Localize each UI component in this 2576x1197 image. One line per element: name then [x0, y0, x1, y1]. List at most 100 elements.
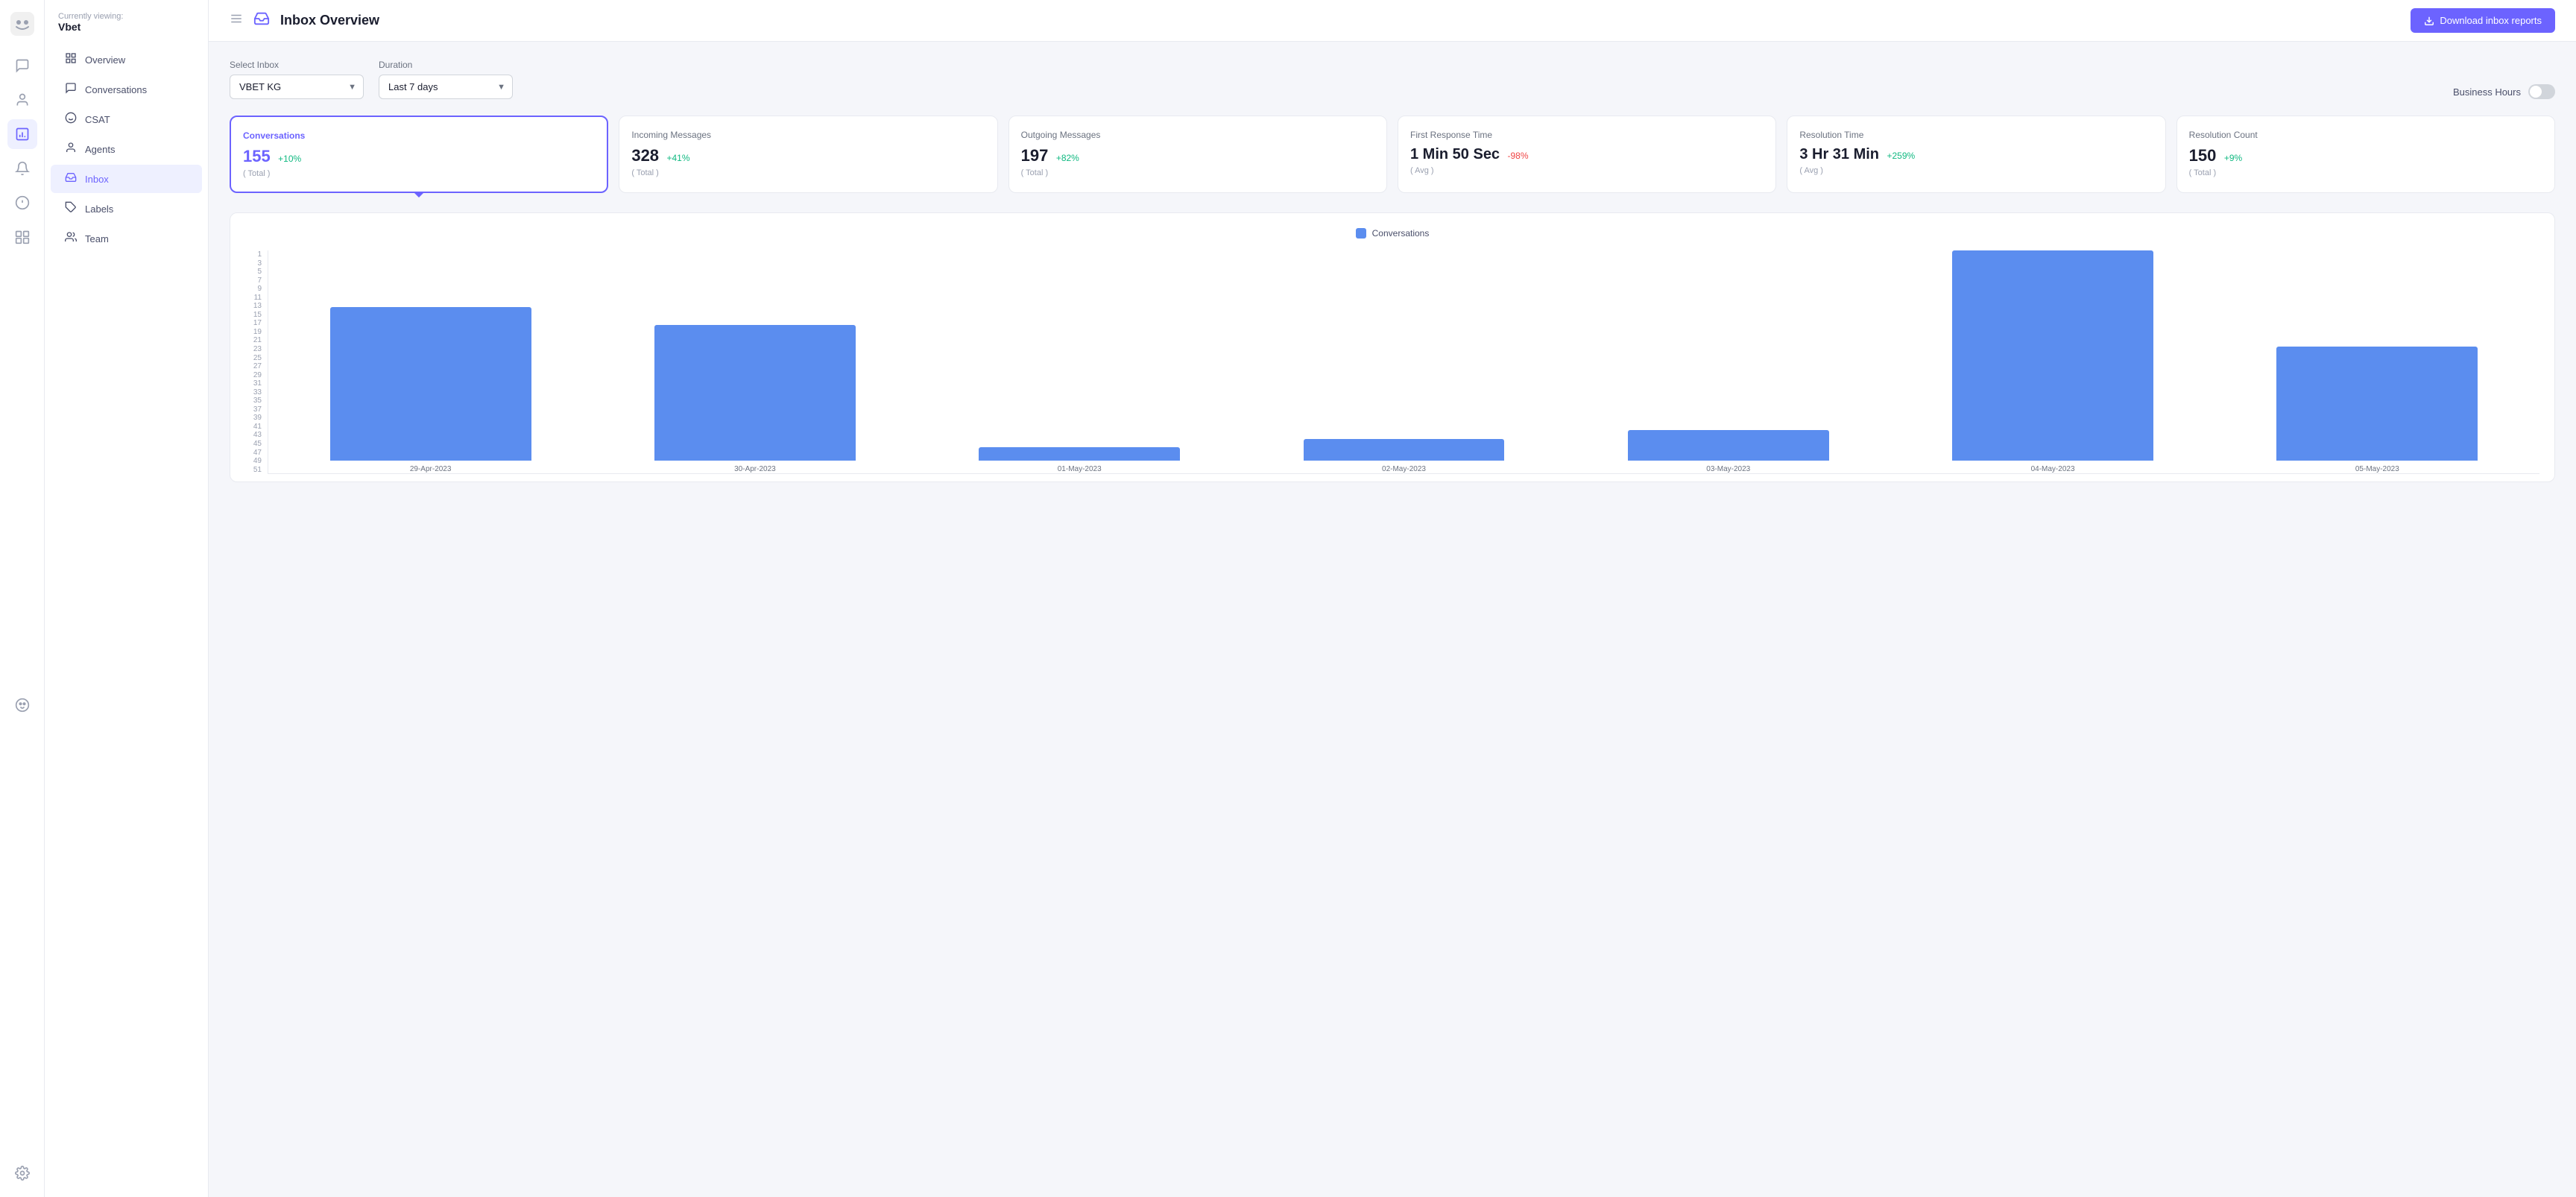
bar [979, 447, 1180, 461]
download-btn-label: Download inbox reports [2440, 15, 2542, 26]
stat-value-resolution-count: 150 [2189, 146, 2217, 165]
stat-card-resolution-count[interactable]: Resolution Count 150 +9% ( Total ) [2176, 116, 2555, 193]
chart-bars-area: 29-Apr-2023 30-Apr-2023 01-May-2023 02-May-… [268, 250, 2539, 474]
stat-period-resolution-count: ( Total ) [2189, 168, 2542, 177]
stats-row: Conversations 155 +10% ( Total ) Incomin… [230, 116, 2555, 193]
nav-labels[interactable] [7, 188, 37, 218]
sidebar-item-label: Inbox [85, 174, 109, 185]
bar-group: 01-May-2023 [925, 250, 1234, 473]
bar-x-label: 03-May-2023 [1706, 465, 1750, 473]
stat-value-outgoing: 197 [1021, 146, 1049, 165]
inbox-icon [64, 171, 78, 186]
sidebar-item-csat[interactable]: CSAT [51, 105, 202, 133]
stat-period-outgoing: ( Total ) [1021, 168, 1374, 177]
stat-change-conversations: +10% [278, 154, 301, 164]
bar-x-label: 30-Apr-2023 [734, 465, 776, 473]
bar [1304, 439, 1505, 461]
chart-legend: Conversations [245, 228, 2539, 239]
stat-change-resolution-time: +259% [1887, 151, 1915, 161]
main-area: Inbox Overview Download inbox reports Se… [209, 0, 2576, 1197]
stat-card-outgoing[interactable]: Outgoing Messages 197 +82% ( Total ) [1008, 116, 1387, 193]
bar-x-label: 04-May-2023 [2031, 465, 2075, 473]
currently-viewing-label: Currently viewing: [58, 12, 195, 21]
stat-label-outgoing: Outgoing Messages [1021, 130, 1374, 140]
icon-navigation [0, 0, 45, 1197]
stat-card-first-response[interactable]: First Response Time 1 Min 50 Sec -98% ( … [1398, 116, 1776, 193]
chart-wrapper: 51 49 47 45 43 41 39 37 35 33 31 29 27 2… [245, 250, 2539, 474]
stat-card-incoming[interactable]: Incoming Messages 328 +41% ( Total ) [619, 116, 997, 193]
stat-value-incoming: 328 [631, 146, 659, 165]
stat-value-row: 150 +9% [2189, 146, 2542, 165]
labels-icon [64, 201, 78, 216]
sidebar-item-label: Conversations [85, 84, 147, 95]
chart-container: Conversations 51 49 47 45 43 41 39 37 35… [230, 212, 2555, 482]
bar-x-label: 29-Apr-2023 [410, 465, 452, 473]
bar-x-label: 05-May-2023 [2355, 465, 2399, 473]
bar-group: 30-Apr-2023 [600, 250, 909, 473]
stat-change-incoming: +41% [667, 153, 690, 163]
bar-group: 05-May-2023 [2223, 250, 2532, 473]
stat-value-first-response: 1 Min 50 Sec [1410, 146, 1500, 162]
stat-value-row: 328 +41% [631, 146, 985, 165]
stat-label-resolution-count: Resolution Count [2189, 130, 2542, 140]
topbar: Inbox Overview Download inbox reports [209, 0, 2576, 42]
sidebar-item-inbox[interactable]: Inbox [51, 165, 202, 193]
stat-card-resolution-time[interactable]: Resolution Time 3 Hr 31 Min +259% ( Avg … [1787, 116, 2165, 193]
stat-value-row: 155 +10% [243, 147, 595, 166]
bar-x-label: 01-May-2023 [1058, 465, 1102, 473]
stat-change-first-response: -98% [1508, 151, 1529, 161]
sidebar-item-agents[interactable]: Agents [51, 135, 202, 163]
csat-icon [64, 112, 78, 127]
bars-row: 29-Apr-2023 30-Apr-2023 01-May-2023 02-May-… [268, 250, 2539, 474]
sidebar-header: Currently viewing: Vbet [45, 12, 208, 45]
inbox-page-icon [253, 10, 270, 31]
sidebar-item-conversations[interactable]: Conversations [51, 75, 202, 104]
bar-group: 02-May-2023 [1249, 250, 1559, 473]
sidebar-item-team[interactable]: Team [51, 224, 202, 253]
stat-value-row: 1 Min 50 Sec -98% [1410, 146, 1764, 163]
content-area: Select Inbox VBET KG ▼ Duration Last 7 d… [209, 42, 2576, 1197]
stat-value-resolution-time: 3 Hr 31 Min [1799, 146, 1879, 162]
nav-bot[interactable] [7, 690, 37, 720]
stat-period-incoming: ( Total ) [631, 168, 985, 177]
duration-filter-group: Duration Last 7 days ▼ [379, 60, 513, 99]
nav-reports[interactable] [7, 119, 37, 149]
business-hours-toggle[interactable] [2528, 84, 2555, 99]
sidebar: Currently viewing: Vbet Overview Convers… [45, 0, 209, 1197]
download-button[interactable]: Download inbox reports [2411, 8, 2555, 33]
stat-period-resolution-time: ( Avg ) [1799, 166, 2153, 175]
inbox-select-wrapper: VBET KG ▼ [230, 75, 364, 99]
stat-label-first-response: First Response Time [1410, 130, 1764, 140]
nav-contacts[interactable] [7, 85, 37, 115]
topbar-left: Inbox Overview [230, 10, 379, 31]
stat-card-conversations[interactable]: Conversations 155 +10% ( Total ) [230, 116, 608, 193]
inbox-select[interactable]: VBET KG [230, 75, 364, 99]
filters-row: Select Inbox VBET KG ▼ Duration Last 7 d… [230, 60, 2555, 99]
stat-change-resolution-count: +9% [2224, 153, 2242, 163]
business-hours-group: Business Hours [2453, 84, 2555, 99]
bar-x-label: 02-May-2023 [1382, 465, 1426, 473]
org-name: Vbet [58, 21, 195, 33]
team-icon [64, 231, 78, 246]
duration-select[interactable]: Last 7 days [379, 75, 513, 99]
bar [1628, 430, 1829, 461]
inbox-filter-label: Select Inbox [230, 60, 364, 70]
bar-group: 03-May-2023 [1573, 250, 1883, 473]
page-title: Inbox Overview [280, 13, 379, 28]
conversations-nav-icon [64, 82, 78, 97]
stat-value-conversations: 155 [243, 147, 271, 165]
stat-value-row: 197 +82% [1021, 146, 1374, 165]
nav-notifications[interactable] [7, 154, 37, 183]
agents-icon [64, 142, 78, 157]
bar [654, 325, 856, 461]
y-axis: 51 49 47 45 43 41 39 37 35 33 31 29 27 2… [245, 250, 268, 474]
sidebar-item-labels[interactable]: Labels [51, 195, 202, 223]
hamburger-icon[interactable] [230, 12, 243, 29]
sidebar-item-overview[interactable]: Overview [51, 45, 202, 74]
nav-integrations[interactable] [7, 222, 37, 252]
nav-settings[interactable] [7, 1158, 37, 1188]
stat-period-conversations: ( Total ) [243, 169, 595, 178]
sidebar-item-label: Overview [85, 54, 125, 66]
nav-conversations[interactable] [7, 51, 37, 80]
bar-group: 29-Apr-2023 [276, 250, 585, 473]
